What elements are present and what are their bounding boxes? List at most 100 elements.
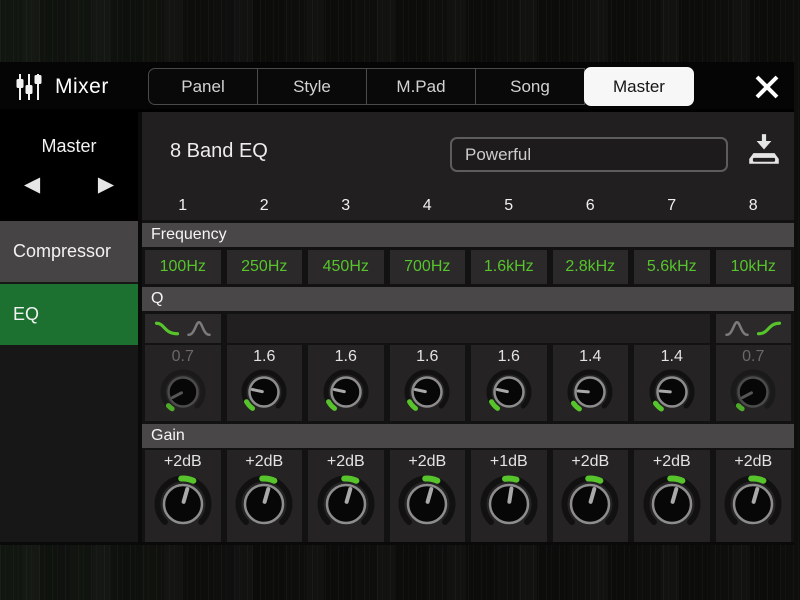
q-knob-band5[interactable] [483, 366, 535, 418]
filter-type-selector-band1 [145, 314, 221, 343]
q-knob-band7[interactable] [646, 366, 698, 418]
filter-type-filler [226, 314, 710, 343]
gain-knob-band5[interactable] [476, 471, 542, 537]
gain-knob-value: +2dB [408, 453, 447, 470]
preset-value: Powerful [465, 144, 532, 164]
frequency-value-band7[interactable]: 5.6kHz [634, 250, 710, 284]
band-number: 7 [667, 197, 677, 214]
tab-song[interactable]: Song [475, 68, 585, 105]
save-to-disk-icon [749, 134, 779, 164]
q-knob-cell-band3: 1.6 [308, 345, 384, 421]
q-knob-value: 0.7 [742, 348, 765, 365]
band-number: 4 [422, 197, 432, 214]
gain-knob-value: +2dB [163, 453, 202, 470]
gain-knob-cell-band3: +2dB [308, 450, 384, 542]
gain-knob-cell-band5: +1dB [471, 450, 547, 542]
mixer-window: Mixer Panel Style M.Pad Song Master Master ◀… [0, 62, 794, 545]
frequency-value-band2[interactable]: 250Hz [226, 250, 302, 284]
gain-knob-cell-band2: +2dB [226, 450, 302, 542]
q-knob-value: 1.6 [334, 348, 357, 365]
part-selector: Master ◀ ▶ [0, 112, 138, 221]
gain-row-header: Gain [142, 424, 794, 448]
tab-mpad[interactable]: M.Pad [366, 68, 476, 105]
tab-panel[interactable]: Panel [148, 68, 258, 105]
band-number-row: 1 2 3 4 5 6 7 8 [142, 192, 794, 220]
q-knob-band4[interactable] [401, 366, 453, 418]
band-number: 8 [748, 197, 758, 214]
band-number: 3 [341, 197, 351, 214]
q-knob-value: 0.7 [171, 348, 194, 365]
preset-selector[interactable]: Powerful [450, 137, 728, 172]
frequency-value-band5[interactable]: 1.6kHz [471, 250, 547, 284]
gain-knob-value: +2dB [571, 453, 610, 470]
gain-knob-cell-band4: +2dB [389, 450, 465, 542]
tab-bar: Panel Style M.Pad Song Master [148, 67, 694, 106]
q-knob-value: 1.6 [253, 348, 276, 365]
frequency-value-band3[interactable]: 450Hz [308, 250, 384, 284]
gain-knob-band4[interactable] [394, 471, 460, 537]
filter-type-selector-band8 [715, 314, 791, 343]
gain-knob-band7[interactable] [639, 471, 705, 537]
q-knob-cell-band8: 0.7 [715, 345, 791, 421]
frequency-value-band6[interactable]: 2.8kHz [552, 250, 628, 284]
q-knob-row: 0.7 1.6 1.6 1.6 1.6 1.4 1.4 0.7 [142, 345, 794, 421]
band-number: 6 [585, 197, 595, 214]
prev-part-button[interactable]: ◀ [24, 170, 40, 200]
sidebar-items: Compressor EQ [0, 221, 138, 347]
sidebar-item-eq[interactable]: EQ [0, 284, 138, 345]
shelf-falling-icon[interactable] [154, 318, 180, 339]
band-number: 1 [178, 197, 188, 214]
gain-knob-value: +2dB [734, 453, 773, 470]
q-knob-value: 1.6 [497, 348, 520, 365]
next-part-button[interactable]: ▶ [98, 170, 114, 200]
eq-panel: 8 Band EQ Powerful 12345678 Frequency 10… [142, 112, 794, 542]
gain-knob-band1[interactable] [150, 471, 216, 537]
mixer-faders-icon [16, 74, 42, 100]
gain-knob-value: +2dB [652, 453, 691, 470]
q-knob-cell-band2: 1.6 [226, 345, 302, 421]
q-knob-cell-band7: 1.4 [634, 345, 710, 421]
q-knob-band3[interactable] [320, 366, 372, 418]
q-knob-cell-band1: 0.7 [145, 345, 221, 421]
tab-master[interactable]: Master [584, 67, 694, 106]
gain-knob-cell-band7: +2dB [634, 450, 710, 542]
page-title: 8 Band EQ [170, 140, 268, 162]
gain-knob-value: +1dB [489, 453, 528, 470]
app-brand: Mixer [14, 62, 109, 112]
frequency-row-header: Frequency [142, 223, 794, 247]
peak-icon[interactable] [724, 318, 750, 339]
filter-type-row [142, 314, 794, 343]
gain-knob-band2[interactable] [231, 471, 297, 537]
frequency-value-band1[interactable]: 100Hz [145, 250, 221, 284]
frequency-value-band4[interactable]: 700Hz [389, 250, 465, 284]
q-knob-band2[interactable] [238, 366, 290, 418]
gain-knob-band8[interactable] [720, 471, 786, 537]
sidebar-item-compressor[interactable]: Compressor [0, 221, 138, 282]
close-x-icon [755, 75, 779, 99]
tab-style[interactable]: Style [257, 68, 367, 105]
gain-knob-band3[interactable] [313, 471, 379, 537]
gain-knob-cell-band1: +2dB [145, 450, 221, 542]
shelf-rising-icon[interactable] [756, 318, 782, 339]
q-knob-band1[interactable] [157, 366, 209, 418]
gain-knob-row: +2dB +2dB +2dB +2dB +1dB +2dB +2dB +2dB [142, 450, 794, 542]
band-number: 2 [259, 197, 269, 214]
q-knob-band6[interactable] [564, 366, 616, 418]
save-preset-button[interactable] [743, 128, 785, 172]
gain-knob-band6[interactable] [557, 471, 623, 537]
part-selector-label: Master [41, 136, 97, 156]
frequency-value-band8[interactable]: 10kHz [715, 250, 791, 284]
q-knob-band8[interactable] [727, 366, 779, 418]
title-bar: Mixer Panel Style M.Pad Song Master [0, 62, 794, 112]
frequency-value-row: 100Hz 250Hz 450Hz 700Hz 1.6kHz 2.8kHz 5.6kHz 10… [142, 250, 794, 284]
eq-header: 8 Band EQ Powerful [142, 112, 794, 192]
close-button[interactable] [750, 71, 784, 103]
gain-knob-cell-band8: +2dB [715, 450, 791, 542]
q-knob-cell-band6: 1.4 [552, 345, 628, 421]
peak-icon[interactable] [186, 318, 212, 339]
app-title: Mixer [55, 75, 109, 98]
gain-knob-value: +2dB [326, 453, 365, 470]
device-background: Mixer Panel Style M.Pad Song Master Master ◀… [0, 0, 800, 600]
gain-knob-cell-band6: +2dB [552, 450, 628, 542]
gain-knob-value: +2dB [245, 453, 284, 470]
